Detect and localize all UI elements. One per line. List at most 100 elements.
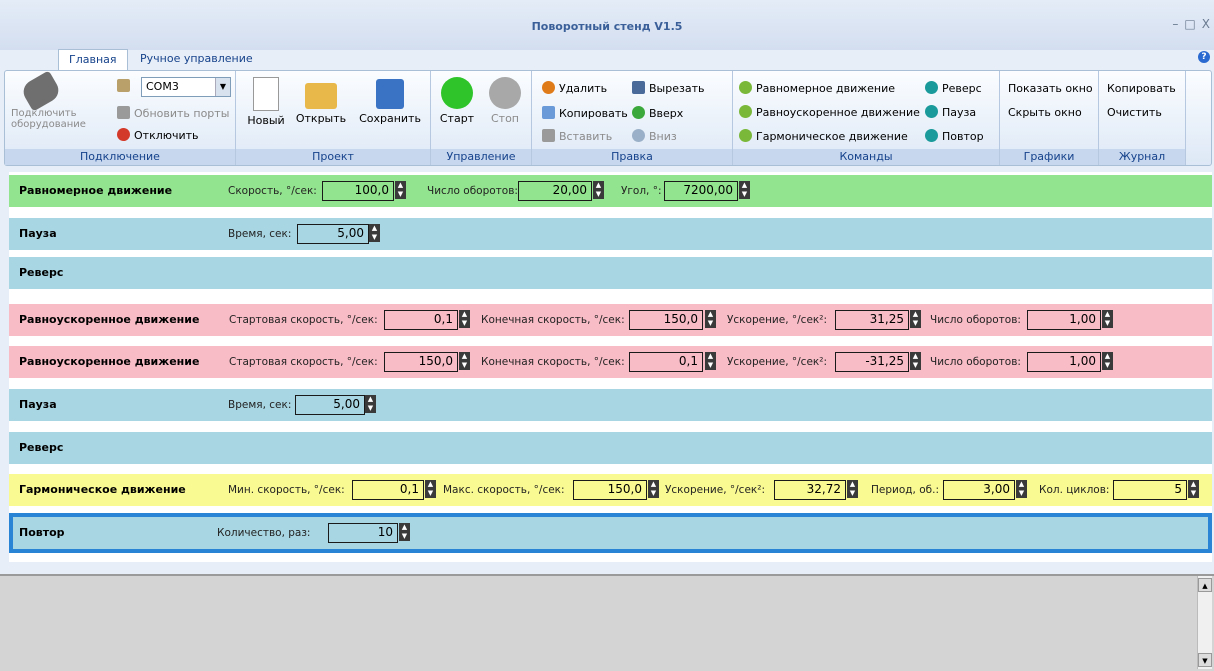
- title-bar: Поворотный стенд V1.5 – □ X: [0, 0, 1214, 50]
- disconnect-button[interactable]: Отключить: [117, 128, 199, 142]
- time-field[interactable]: 5,00: [297, 224, 369, 244]
- stop-button[interactable]: Стоп: [483, 77, 527, 125]
- end-speed-field[interactable]: 0,1: [629, 352, 703, 372]
- spin-icon[interactable]: ▲ ▼: [399, 523, 410, 541]
- move-up-button[interactable]: Вверх: [632, 106, 683, 120]
- max-speed-field[interactable]: 150,0: [573, 480, 647, 500]
- spin-icon[interactable]: ▲ ▼: [459, 310, 470, 328]
- close-button[interactable]: X: [1202, 17, 1210, 31]
- maximize-button[interactable]: □: [1184, 17, 1195, 31]
- spin-icon[interactable]: ▲ ▼: [459, 352, 470, 370]
- spin-icon[interactable]: ▲ ▼: [910, 310, 921, 328]
- field-label: Макс. скорость, °/сек:: [443, 484, 565, 496]
- show-graph-button[interactable]: Показать окно: [1008, 82, 1093, 95]
- spin-icon[interactable]: ▲ ▼: [1102, 310, 1113, 328]
- copy-log-button[interactable]: Копировать: [1107, 82, 1176, 95]
- new-button[interactable]: Новый: [244, 77, 288, 127]
- open-button[interactable]: Открыть: [294, 77, 348, 125]
- spin-icon[interactable]: ▲ ▼: [1188, 480, 1199, 498]
- copy-button[interactable]: Копировать: [542, 106, 628, 120]
- turns-field[interactable]: 1,00: [1027, 352, 1101, 372]
- spin-icon[interactable]: ▲ ▼: [648, 480, 659, 498]
- add-uniform-button[interactable]: Равномерное движение: [739, 81, 895, 95]
- group-label-project: Проект: [236, 149, 430, 165]
- acceleration-field[interactable]: 32,72: [774, 480, 846, 500]
- group-label-control: Управление: [431, 149, 531, 165]
- count-field[interactable]: 10: [328, 523, 398, 543]
- cut-button[interactable]: Вырезать: [632, 81, 704, 95]
- add-icon: [925, 105, 938, 118]
- spin-icon[interactable]: ▲ ▼: [369, 224, 380, 242]
- add-icon: [739, 105, 752, 118]
- connect-button[interactable]: Подключить оборудование: [11, 70, 86, 130]
- move-down-button[interactable]: Вниз: [632, 129, 677, 143]
- port-select[interactable]: COM3 ▼: [141, 77, 231, 97]
- start-speed-field[interactable]: 150,0: [384, 352, 458, 372]
- start-speed-field[interactable]: 0,1: [384, 310, 458, 330]
- command-row-uniform[interactable]: Равномерное движение Скорость, °/сек: 10…: [9, 175, 1212, 207]
- clear-log-button[interactable]: Очистить: [1107, 106, 1162, 119]
- field-label: Стартовая скорость, °/сек:: [229, 314, 378, 326]
- speed-field[interactable]: 100,0: [322, 181, 394, 201]
- window-title: Поворотный стенд V1.5: [531, 20, 683, 33]
- spin-icon[interactable]: ▲ ▼: [365, 395, 376, 413]
- command-name: Повтор: [19, 526, 65, 539]
- add-accel-button[interactable]: Равноускоренное движение: [739, 105, 920, 119]
- chevron-down-icon[interactable]: ▼: [215, 78, 230, 96]
- acceleration-field[interactable]: -31,25: [835, 352, 909, 372]
- turns-field[interactable]: 20,00: [518, 181, 592, 201]
- min-speed-field[interactable]: 0,1: [352, 480, 424, 500]
- spin-icon[interactable]: ▲ ▼: [739, 181, 750, 199]
- group-graphs: Показать окно Скрыть окно Графики: [1000, 71, 1099, 165]
- turns-field[interactable]: 1,00: [1027, 310, 1101, 330]
- command-name: Равномерное движение: [19, 184, 173, 197]
- command-row-repeat[interactable]: Повтор Количество, раз: 10 ▲ ▼: [9, 513, 1212, 553]
- angle-field[interactable]: 7200,00: [664, 181, 738, 201]
- folder-icon: [305, 83, 337, 109]
- delete-button[interactable]: Удалить: [542, 81, 607, 95]
- command-row-reverse[interactable]: Реверс: [9, 257, 1212, 289]
- command-row-harmonic[interactable]: Гармоническое движение Мин. скорость, °/…: [9, 474, 1212, 506]
- spin-icon[interactable]: ▲ ▼: [705, 352, 716, 370]
- command-row-pause[interactable]: Пауза Время, сек: 5,00 ▲ ▼: [9, 389, 1212, 421]
- time-field[interactable]: 5,00: [295, 395, 365, 415]
- end-speed-field[interactable]: 150,0: [629, 310, 703, 330]
- paste-button[interactable]: Вставить: [542, 129, 612, 143]
- command-row-reverse[interactable]: Реверс: [9, 432, 1212, 464]
- command-row-accel[interactable]: Равноускоренное движение Стартовая скоро…: [9, 304, 1212, 336]
- add-pause-button[interactable]: Пауза: [925, 105, 976, 119]
- add-repeat-button[interactable]: Повтор: [925, 129, 984, 143]
- help-icon[interactable]: ?: [1198, 51, 1210, 63]
- scroll-up-icon[interactable]: ▲: [1198, 578, 1212, 592]
- add-harmonic-button[interactable]: Гармоническое движение: [739, 129, 908, 143]
- cycles-field[interactable]: 5: [1113, 480, 1187, 500]
- scissors-icon: [632, 81, 645, 94]
- field-label: Мин. скорость, °/сек:: [228, 484, 345, 496]
- spin-icon[interactable]: ▲ ▼: [593, 181, 604, 199]
- period-field[interactable]: 3,00: [943, 480, 1015, 500]
- acceleration-field[interactable]: 31,25: [835, 310, 909, 330]
- add-reverse-button[interactable]: Реверс: [925, 81, 982, 95]
- spin-icon[interactable]: ▲ ▼: [395, 181, 406, 199]
- spin-icon[interactable]: ▲ ▼: [1016, 480, 1027, 498]
- command-row-accel[interactable]: Равноускоренное движение Стартовая скоро…: [9, 346, 1212, 378]
- scroll-down-icon[interactable]: ▼: [1198, 653, 1212, 667]
- spin-icon[interactable]: ▲ ▼: [847, 480, 858, 498]
- tab-manual-control[interactable]: Ручное управление: [130, 49, 263, 69]
- spin-icon[interactable]: ▲ ▼: [910, 352, 921, 370]
- refresh-ports-button[interactable]: Обновить порты: [117, 106, 229, 120]
- spin-icon[interactable]: ▲ ▼: [1102, 352, 1113, 370]
- tab-main[interactable]: Главная: [58, 49, 128, 70]
- spin-icon[interactable]: ▲ ▼: [425, 480, 436, 498]
- log-scrollbar[interactable]: ▲ ▼: [1197, 576, 1212, 669]
- minimize-button[interactable]: –: [1172, 17, 1178, 31]
- command-row-pause[interactable]: Пауза Время, сек: 5,00 ▲ ▼: [9, 218, 1212, 250]
- save-button[interactable]: Сохранить: [358, 77, 422, 125]
- hide-graph-button[interactable]: Скрыть окно: [1008, 106, 1082, 119]
- spin-icon[interactable]: ▲ ▼: [705, 310, 716, 328]
- group-control: Старт Стоп Управление: [431, 71, 532, 165]
- field-label: Число оборотов:: [930, 314, 1021, 326]
- field-label: Период, об.:: [871, 484, 939, 496]
- command-name: Реверс: [19, 266, 64, 279]
- start-button[interactable]: Старт: [435, 77, 479, 125]
